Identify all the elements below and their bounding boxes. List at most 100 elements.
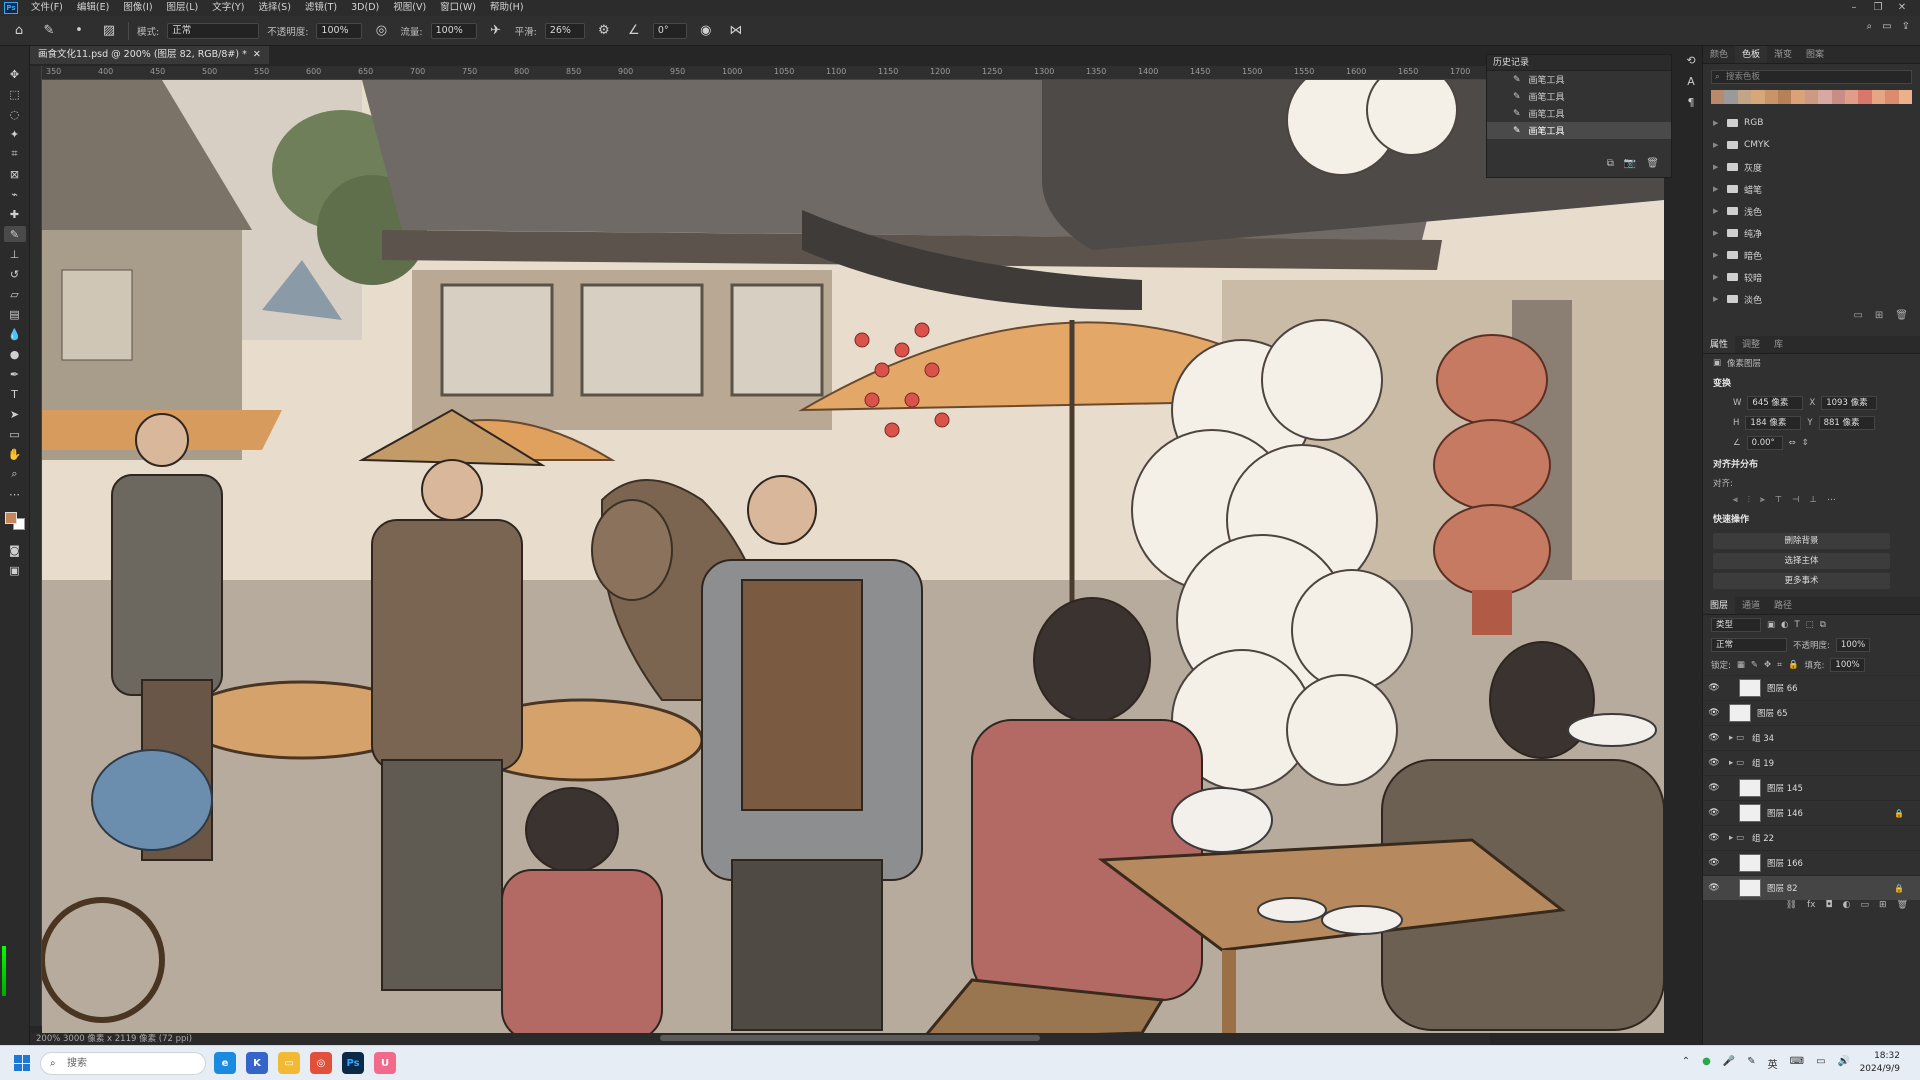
adjustment-layer-icon[interactable]: ◐ xyxy=(1843,900,1851,916)
brush-size-icon[interactable]: • xyxy=(68,21,90,41)
photoshop-icon[interactable]: Ps xyxy=(342,1052,364,1074)
eye-icon[interactable]: 👁 xyxy=(1703,833,1725,843)
workspace-icon[interactable]: ▭ xyxy=(1882,21,1891,32)
menu-item[interactable]: 帮助(H) xyxy=(483,0,531,16)
rectangle-tool-icon[interactable]: ▭ xyxy=(4,426,26,442)
opacity-field[interactable]: 100% xyxy=(316,22,363,39)
menu-item[interactable]: 图像(I) xyxy=(116,0,159,16)
panel-tab[interactable]: 库 xyxy=(1767,336,1790,353)
add-mask-icon[interactable]: ◘ xyxy=(1826,900,1833,916)
brush-settings-icon[interactable]: ▨ xyxy=(98,21,120,41)
move-tool-icon[interactable]: ✥ xyxy=(4,66,26,82)
recorder-app-icon[interactable]: U xyxy=(374,1052,396,1074)
align-middle-icon[interactable]: ⊣ xyxy=(1792,495,1799,505)
add-icon[interactable]: ⊞ xyxy=(1875,310,1883,330)
height-field[interactable]: 184 像素 xyxy=(1745,416,1802,430)
color-swatch[interactable] xyxy=(1845,90,1859,104)
layer-row[interactable]: 👁 图层 146 🔒 xyxy=(1703,800,1920,825)
ime-indicator[interactable]: 英 xyxy=(1768,1056,1778,1071)
file-explorer-icon[interactable]: ▭ xyxy=(278,1052,300,1074)
eye-icon[interactable]: 👁 xyxy=(1703,708,1725,718)
filter-pixel-icon[interactable]: ▣ xyxy=(1767,620,1775,630)
menu-item[interactable]: 3D(D) xyxy=(344,0,386,16)
swatch-folder[interactable]: ▶ 纯净 xyxy=(1703,222,1920,244)
new-layer-icon[interactable]: ⊞ xyxy=(1879,900,1887,916)
color-swatch[interactable] xyxy=(1818,90,1832,104)
width-field[interactable]: 645 像素 xyxy=(1747,396,1804,410)
swatch-folder[interactable]: ▶ 灰度 xyxy=(1703,156,1920,178)
history-panel-icon[interactable]: ⟲ xyxy=(1686,54,1695,67)
menu-item[interactable]: 文字(Y) xyxy=(205,0,251,16)
align-center-icon[interactable]: ⫶ xyxy=(1748,495,1750,505)
minimize-icon[interactable]: – xyxy=(1842,0,1866,16)
swatch-folder[interactable]: ▶ 暗色 xyxy=(1703,244,1920,266)
filter-shape-icon[interactable]: ⬚ xyxy=(1806,620,1814,630)
color-swatch[interactable] xyxy=(1858,90,1872,104)
menu-item[interactable]: 图层(L) xyxy=(160,0,206,16)
panel-tab[interactable]: 路径 xyxy=(1767,597,1799,614)
zoom-tool-icon[interactable]: ⌕ xyxy=(4,466,26,482)
paragraph-panel-icon[interactable]: ¶ xyxy=(1688,96,1695,109)
mode-select[interactable]: 正常 xyxy=(167,22,260,39)
layer-opacity-field[interactable]: 100% xyxy=(1835,638,1871,652)
taskbar-search-input[interactable]: ⌕ 搜索 xyxy=(40,1052,206,1075)
transform-section-title[interactable]: 变换 xyxy=(1703,372,1920,393)
layer-row[interactable]: 👁 ▸ ▭ 组 22 xyxy=(1703,825,1920,850)
snapshot-icon[interactable]: 📷 xyxy=(1624,158,1636,169)
trash-icon[interactable]: 🗑 xyxy=(1897,900,1908,916)
flip-vertical-icon[interactable]: ⇕ xyxy=(1802,438,1809,448)
eye-icon[interactable]: 👁 xyxy=(1703,758,1725,768)
chrome-icon[interactable]: ◎ xyxy=(310,1052,332,1074)
layer-row[interactable]: 👁 图层 145 xyxy=(1703,775,1920,800)
angle-field[interactable]: 0° xyxy=(652,22,687,39)
color-swatch[interactable] xyxy=(1737,90,1752,104)
eye-icon[interactable]: 👁 xyxy=(1703,858,1725,868)
layer-filter-select[interactable]: 类型 xyxy=(1711,618,1761,632)
foreground-color-swatch[interactable] xyxy=(4,512,17,524)
more-tools-icon[interactable]: ⋯ xyxy=(4,486,26,502)
x-field[interactable]: 1093 像素 xyxy=(1821,396,1878,410)
volume-icon[interactable]: 🔊 xyxy=(1838,1056,1850,1071)
color-swatch[interactable] xyxy=(1804,90,1819,104)
keyboard-icon[interactable]: ⌨ xyxy=(1790,1056,1804,1071)
healing-brush-tool-icon[interactable]: ✚ xyxy=(4,206,26,222)
filter-smart-icon[interactable]: ⧉ xyxy=(1820,620,1826,630)
color-swatches[interactable] xyxy=(4,512,25,530)
menu-item[interactable]: 选择(S) xyxy=(251,0,297,16)
brush-tool-icon[interactable]: ✎ xyxy=(3,226,26,242)
color-swatch[interactable] xyxy=(1764,90,1779,104)
network-app-icon[interactable]: ● xyxy=(1702,1056,1711,1071)
color-swatch[interactable] xyxy=(1751,90,1765,104)
panel-tab[interactable]: 图层 xyxy=(1703,597,1736,614)
quick-action-button[interactable]: 选择主体 xyxy=(1713,553,1890,569)
swatch-folder[interactable]: ▶ 较暗 xyxy=(1703,266,1920,288)
horizontal-scrollbar[interactable] xyxy=(660,1035,1040,1041)
trash-icon[interactable]: 🗑 xyxy=(1646,158,1659,169)
pen-icon[interactable]: ✎ xyxy=(1747,1056,1755,1071)
microphone-icon[interactable]: 🎤 xyxy=(1723,1056,1735,1071)
marquee-tool-icon[interactable]: ⬚ xyxy=(4,86,26,102)
color-swatch[interactable] xyxy=(1871,90,1886,104)
y-field[interactable]: 881 像素 xyxy=(1818,416,1875,430)
link-layers-icon[interactable]: ⛓ xyxy=(1786,900,1797,916)
swatch-folder[interactable]: ▶ CMYK xyxy=(1703,134,1920,156)
flow-field[interactable]: 100% xyxy=(430,22,477,39)
eye-icon[interactable]: 👁 xyxy=(1703,683,1725,693)
blur-tool-icon[interactable]: 💧 xyxy=(4,326,26,342)
display-icon[interactable]: ▭ xyxy=(1816,1056,1825,1071)
type-tool-icon[interactable]: T xyxy=(4,386,26,402)
panel-tab[interactable]: 颜色 xyxy=(1703,46,1735,63)
quick-mask-icon[interactable]: ◙ xyxy=(4,542,26,558)
panel-tab[interactable]: 调整 xyxy=(1735,336,1767,353)
history-item[interactable]: ✎ 画笔工具 xyxy=(1487,122,1671,139)
menu-item[interactable]: 窗口(W) xyxy=(433,0,483,16)
panel-tab[interactable]: 色板 xyxy=(1735,46,1768,63)
restore-icon[interactable]: ❐ xyxy=(1866,0,1890,16)
crop-tool-icon[interactable]: ⌗ xyxy=(4,146,26,162)
menu-item[interactable]: 编辑(E) xyxy=(70,0,116,16)
gear-icon[interactable]: ⚙ xyxy=(593,21,615,41)
symmetry-icon[interactable]: ⋈ xyxy=(725,21,747,41)
menu-item[interactable]: 滤镜(T) xyxy=(298,0,344,16)
color-swatch[interactable] xyxy=(1778,90,1792,104)
eyedropper-tool-icon[interactable]: ⌁ xyxy=(4,186,26,202)
